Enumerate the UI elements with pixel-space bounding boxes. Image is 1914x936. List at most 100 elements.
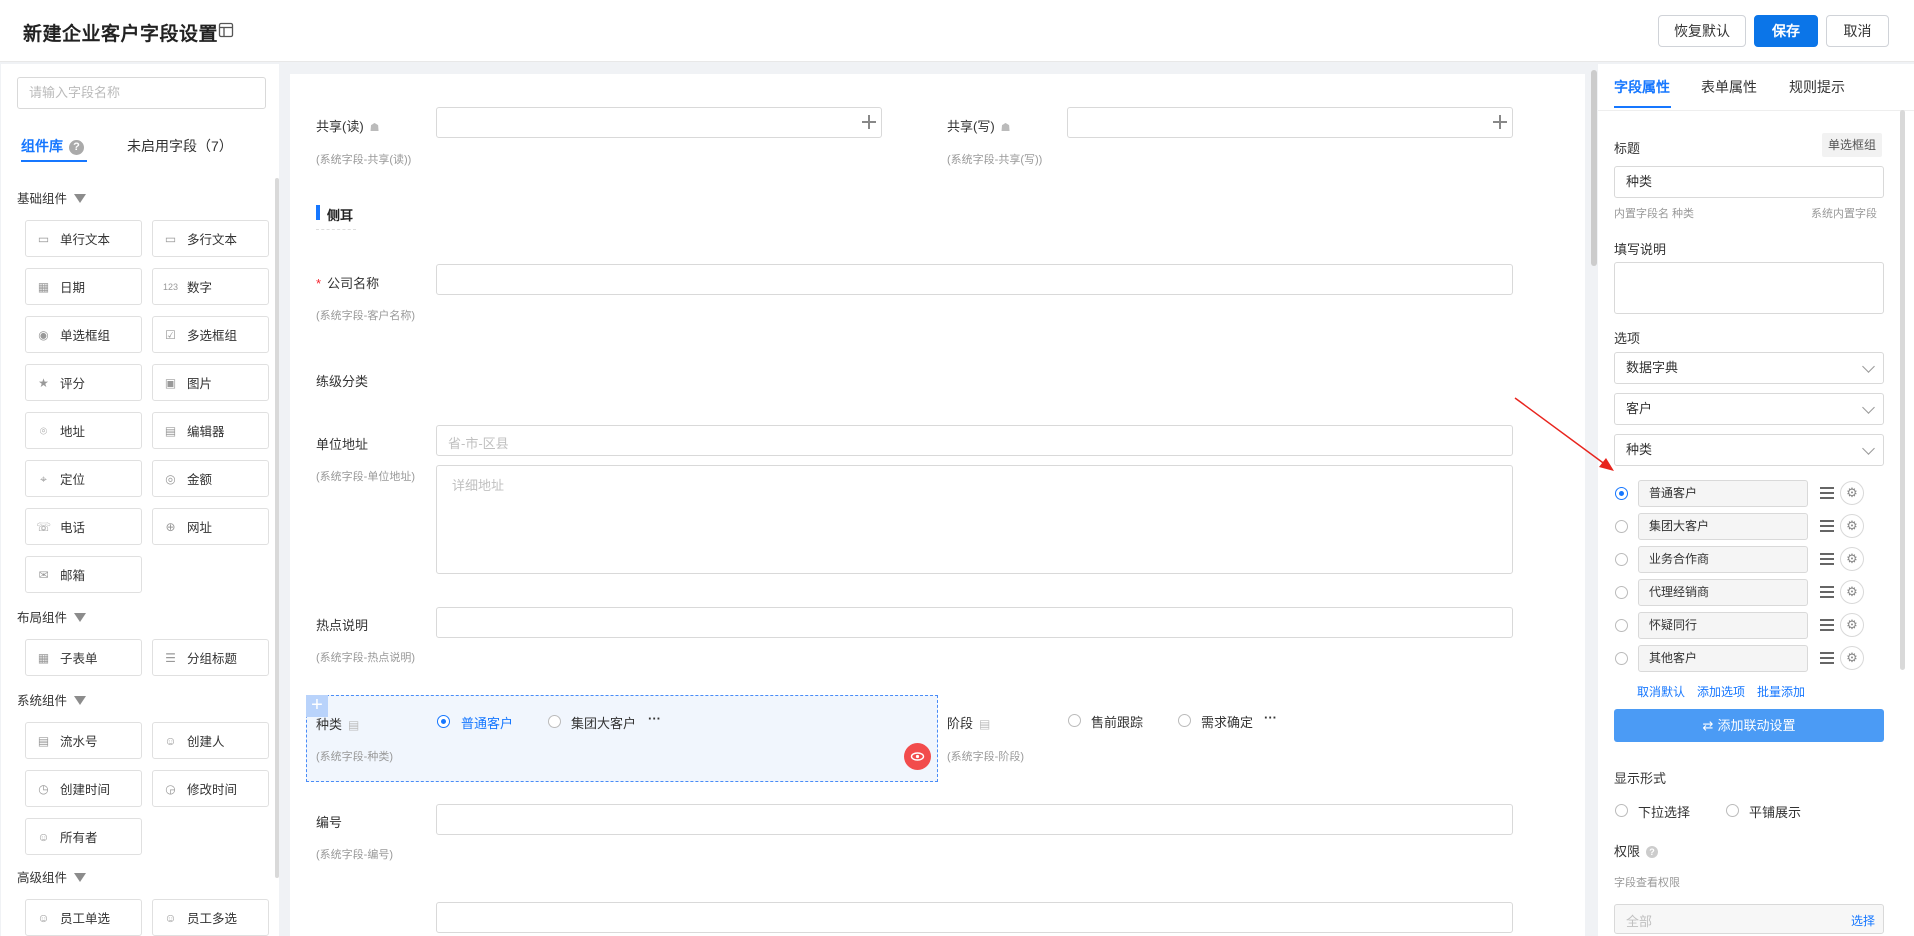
drag-handle-icon[interactable]	[1820, 487, 1834, 499]
comp-owner[interactable]: ☺ 所有者	[25, 818, 142, 855]
comp-rating[interactable]: ★ 评分	[25, 364, 142, 401]
settings-icon[interactable]: ⚙	[1840, 613, 1864, 637]
drag-handle-icon[interactable]	[1820, 520, 1834, 532]
dictionary-select[interactable]: 客户	[1614, 393, 1884, 425]
next-field-input[interactable]	[436, 902, 1513, 933]
address-region-input[interactable]: 省-市-区县	[436, 425, 1513, 456]
phone-icon: ☏	[36, 520, 52, 534]
comp-radio-group[interactable]: ◉ 单选框组	[25, 316, 142, 353]
comp-create-time[interactable]: ◷ 创建时间	[25, 770, 142, 807]
add-linkage-button[interactable]: ⇄ 添加联动设置	[1614, 709, 1884, 742]
comp-multi-line-text[interactable]: ▭ 多行文本	[152, 220, 269, 257]
option-input-3[interactable]: 业务合作商	[1638, 546, 1808, 573]
right-scrollbar[interactable]	[1900, 110, 1905, 670]
option-input-1[interactable]: 普通客户	[1638, 480, 1808, 507]
choose-link[interactable]: 选择	[1851, 912, 1875, 929]
restore-default-button[interactable]: 恢复默认	[1658, 15, 1746, 47]
comp-single-line-text[interactable]: ▭ 单行文本	[25, 220, 142, 257]
data-source-select[interactable]: 数据字典	[1614, 352, 1884, 384]
group-basic-header[interactable]: 基础组件	[17, 188, 87, 207]
title-input[interactable]: 种类	[1614, 166, 1884, 198]
cancel-button[interactable]: 取消	[1826, 15, 1889, 47]
share-write-label: 共享(写) ☗	[947, 116, 1011, 135]
canvas-scrollbar[interactable]	[1591, 70, 1597, 266]
option-input-2[interactable]: 集团大客户	[1638, 513, 1808, 540]
permission-select[interactable]: 全部 选择	[1614, 904, 1884, 934]
option-default-radio-4[interactable]	[1615, 586, 1628, 599]
stage-radio-1[interactable]	[1068, 714, 1081, 727]
tab-unused-fields[interactable]: 未启用字段（7）	[127, 136, 233, 156]
comp-serial-number[interactable]: ▤ 流水号	[25, 722, 142, 759]
comp-email[interactable]: ✉ 邮箱	[25, 556, 142, 593]
selected-field-type[interactable]	[306, 695, 938, 782]
comp-number[interactable]: 123 数字	[152, 268, 269, 305]
add-option-link[interactable]: 添加选项	[1697, 683, 1745, 700]
field-search-input[interactable]: 请输入字段名称	[17, 77, 266, 109]
option-default-radio-6[interactable]	[1615, 652, 1628, 665]
settings-icon[interactable]: ⚙	[1840, 646, 1864, 670]
option-input-5[interactable]: 怀疑同行	[1638, 612, 1808, 639]
comp-employee-multi[interactable]: ☺ 员工多选	[152, 899, 269, 936]
comp-url[interactable]: ⊕ 网址	[152, 508, 269, 545]
group-layout-header[interactable]: 布局组件	[17, 607, 87, 626]
comp-employee-single[interactable]: ☺ 员工单选	[25, 899, 142, 936]
hot-description-input[interactable]	[436, 607, 1513, 638]
company-name-input[interactable]	[436, 264, 1513, 295]
group-advanced-header[interactable]: 高级组件	[17, 867, 87, 886]
settings-icon[interactable]: ⚙	[1840, 580, 1864, 604]
comp-creator[interactable]: ☺ 创建人	[152, 722, 269, 759]
comp-address[interactable]: ⌾ 地址	[25, 412, 142, 449]
left-scrollbar[interactable]	[275, 178, 279, 878]
tab-field-properties[interactable]: 字段属性	[1614, 77, 1670, 97]
type-radio-1[interactable]	[437, 715, 450, 728]
cancel-default-link[interactable]: 取消默认	[1637, 683, 1685, 700]
comp-positioning[interactable]: ⌖ 定位	[25, 460, 142, 497]
option-default-radio-3[interactable]	[1615, 553, 1628, 566]
option-default-radio-2[interactable]	[1615, 520, 1628, 533]
number-input[interactable]	[436, 804, 1513, 835]
comp-date[interactable]: ▦ 日期	[25, 268, 142, 305]
drag-handle-icon[interactable]	[1820, 619, 1834, 631]
option-input-4[interactable]: 代理经销商	[1638, 579, 1808, 606]
settings-icon[interactable]: ⚙	[1840, 481, 1864, 505]
help-icon[interactable]: ?	[1646, 846, 1659, 858]
type-label: 种类 ▤	[316, 714, 359, 733]
share-write-input[interactable]	[1067, 107, 1513, 138]
settings-icon[interactable]: ⚙	[1840, 547, 1864, 571]
option-default-radio-1[interactable]	[1615, 487, 1628, 500]
drag-handle-icon[interactable]	[1820, 586, 1834, 598]
comp-checkbox-group[interactable]: ☑ 多选框组	[152, 316, 269, 353]
tab-form-properties[interactable]: 表单属性	[1701, 77, 1757, 97]
group-system-header[interactable]: 系统组件	[17, 690, 87, 709]
tab-rule-hints[interactable]: 规则提示	[1789, 77, 1845, 97]
fill-description-textarea[interactable]	[1614, 262, 1884, 314]
option-input-6[interactable]: 其他客户	[1638, 645, 1808, 672]
share-read-input[interactable]	[436, 107, 882, 138]
tab-component-library[interactable]: 组件库?	[21, 136, 84, 156]
drag-handle-icon[interactable]	[1820, 652, 1834, 664]
add-icon[interactable]	[1493, 115, 1507, 129]
comp-phone[interactable]: ☏ 电话	[25, 508, 142, 545]
comp-amount[interactable]: ◎ 金额	[152, 460, 269, 497]
address-detail-textarea[interactable]: 详细地址	[436, 465, 1513, 574]
save-button[interactable]: 保存	[1754, 15, 1818, 47]
option-default-radio-5[interactable]	[1615, 619, 1628, 632]
drag-handle-icon[interactable]	[1820, 553, 1834, 565]
comp-modify-time[interactable]: ◶ 修改时间	[152, 770, 269, 807]
dictionary-item-select[interactable]: 种类	[1614, 434, 1884, 466]
batch-add-link[interactable]: 批量添加	[1757, 683, 1805, 700]
comp-label: 子表单	[60, 652, 98, 666]
display-dropdown-radio[interactable]	[1615, 804, 1628, 817]
comp-image[interactable]: ▣ 图片	[152, 364, 269, 401]
comp-sub-form[interactable]: ▦ 子表单	[25, 639, 142, 676]
help-icon[interactable]: ?	[69, 140, 84, 155]
stage-radio-2[interactable]	[1178, 714, 1191, 727]
type-radio-2[interactable]	[548, 715, 561, 728]
comp-editor[interactable]: ▤ 编辑器	[152, 412, 269, 449]
settings-icon[interactable]: ⚙	[1840, 514, 1864, 538]
eye-icon[interactable]	[904, 743, 931, 770]
layout-icon[interactable]	[218, 22, 234, 38]
add-icon[interactable]	[862, 115, 876, 129]
comp-group-title[interactable]: ☰ 分组标题	[152, 639, 269, 676]
display-tiled-radio[interactable]	[1726, 804, 1739, 817]
